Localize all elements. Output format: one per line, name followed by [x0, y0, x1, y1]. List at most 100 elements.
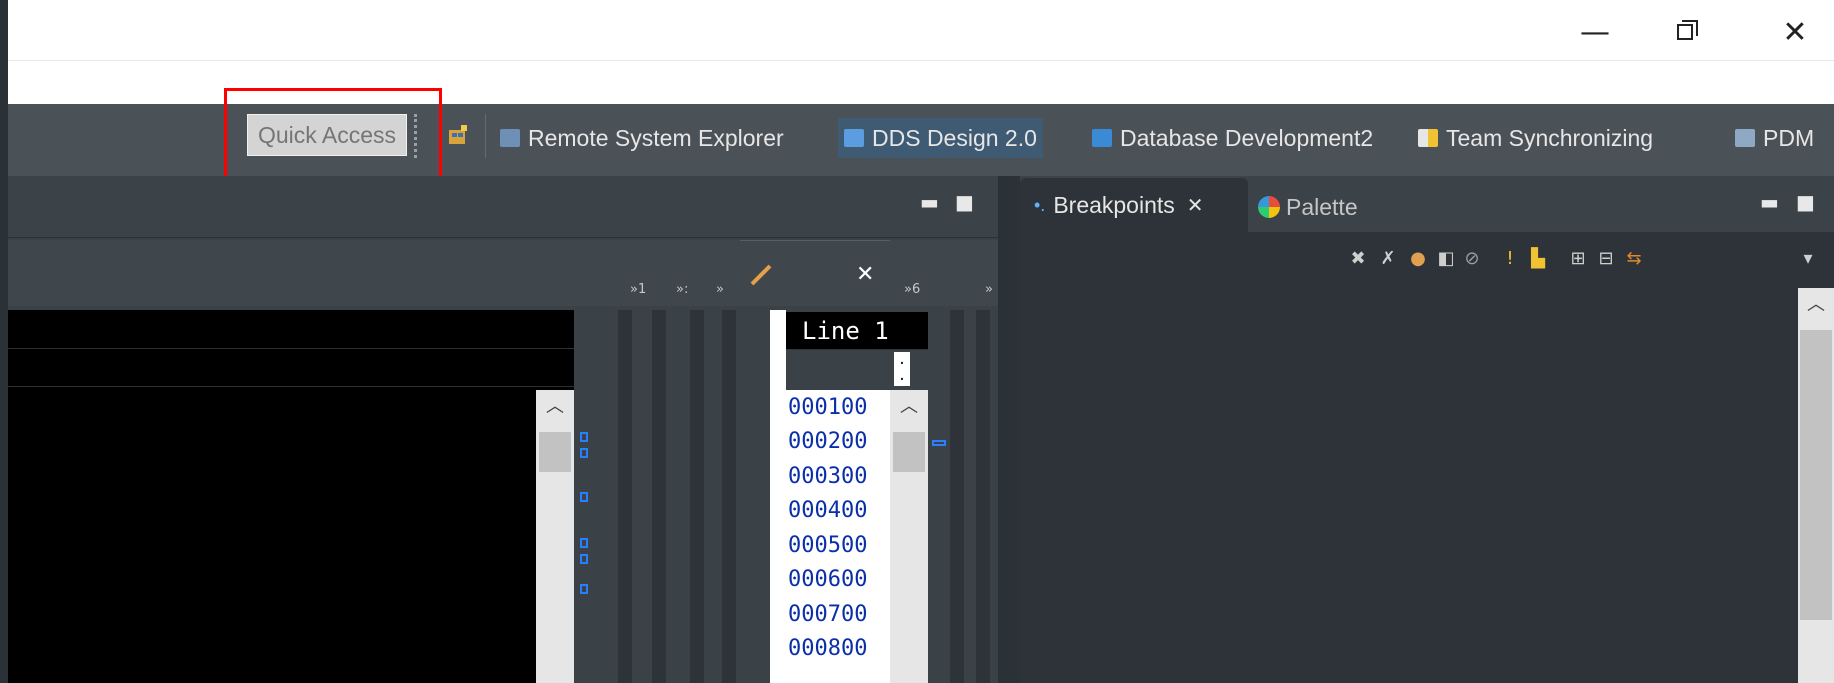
- source-editor[interactable]: [8, 310, 574, 683]
- minimized-tab[interactable]: »:: [676, 282, 688, 297]
- scroll-up-arrow-icon[interactable]: ︿: [536, 390, 574, 420]
- show-supported-breakpoints-icon[interactable]: ●: [1408, 248, 1428, 269]
- panel-minimize-button[interactable]: ▬: [1760, 190, 1779, 214]
- overview-marker: [580, 554, 588, 564]
- editor-divider: [8, 386, 574, 387]
- line-number[interactable]: 000600: [786, 563, 890, 598]
- panel-maximize-button[interactable]: ■: [1796, 190, 1815, 214]
- close-window-button[interactable]: ✕: [1770, 12, 1820, 52]
- view-menu-chevron-down-icon[interactable]: ▾: [1798, 248, 1818, 269]
- minimize-icon: ▬: [920, 190, 939, 214]
- overview-marker: [580, 448, 588, 458]
- scrollbar-thumb[interactable]: [893, 432, 925, 472]
- line-view-gutter: [770, 310, 786, 683]
- minimize-window-button[interactable]: —: [1570, 12, 1620, 52]
- link-with-debug-view-icon[interactable]: ⇆: [1624, 248, 1644, 269]
- minimized-tab[interactable]: »: [985, 282, 993, 297]
- overview-marker: [580, 492, 588, 502]
- minimize-icon: ▬: [1760, 190, 1779, 214]
- minimized-stack: [976, 310, 990, 683]
- remove-all-breakpoints-icon[interactable]: ✗: [1378, 248, 1398, 269]
- pdm-icon: [1735, 129, 1755, 147]
- breakpoints-icon: •.: [1034, 194, 1046, 215]
- line-view-header: Line 1: [786, 312, 928, 350]
- perspective-label: Remote System Explorer: [528, 124, 784, 151]
- close-tab-button[interactable]: ✕: [856, 262, 874, 287]
- perspective-database-development2[interactable]: Database Development2: [1092, 120, 1373, 156]
- toolbar-separator: [485, 114, 486, 158]
- perspective-pdm[interactable]: PDM: [1735, 120, 1814, 156]
- scrollbar-thumb[interactable]: [539, 432, 571, 472]
- overview-marker: [580, 432, 588, 442]
- expand-all-icon[interactable]: ⊞: [1568, 248, 1588, 269]
- perspective-label: Database Development2: [1120, 124, 1374, 151]
- remote-system-explorer-icon: [500, 129, 520, 147]
- line-number[interactable]: 000700: [786, 597, 890, 632]
- line-number[interactable]: 000800: [786, 632, 890, 667]
- line-number[interactable]: 000400: [786, 494, 890, 529]
- close-tab-icon[interactable]: ✕: [1187, 193, 1204, 217]
- editor-header: [8, 176, 998, 238]
- line-number[interactable]: 000300: [786, 459, 890, 494]
- line-view-scrollbar[interactable]: ︿: [890, 390, 928, 683]
- restore-icon: [1677, 20, 1698, 40]
- team-synchronizing-icon: [1418, 129, 1438, 147]
- go-to-file-icon[interactable]: ◧: [1436, 248, 1456, 269]
- restore-window-button[interactable]: [1660, 12, 1710, 52]
- perspective-dds-design[interactable]: DDS Design 2.0: [838, 118, 1043, 158]
- breakpoints-scrollbar[interactable]: ︿: [1798, 288, 1834, 683]
- overview-marker: [932, 440, 946, 446]
- perspective-label: Team Synchronizing: [1446, 124, 1654, 151]
- window-frame-left: [0, 0, 8, 683]
- tab-breakpoints[interactable]: •. Breakpoints ✕: [1020, 178, 1248, 232]
- editor-maximize-button[interactable]: ■: [955, 190, 974, 214]
- minimize-icon: —: [1580, 14, 1610, 50]
- breakpoints-list: [1020, 288, 1800, 683]
- overview-marker: [580, 538, 588, 548]
- perspective-team-synchronizing[interactable]: Team Synchronizing: [1418, 120, 1653, 156]
- scroll-up-arrow-icon[interactable]: ︿: [890, 390, 928, 420]
- overview-marker: [580, 584, 588, 594]
- title-bar: [8, 0, 1834, 60]
- line-number-list: 000100 000200 000300 000400 000500 00060…: [786, 390, 890, 683]
- toolbar-grip: [414, 114, 418, 158]
- editor-minimize-button[interactable]: ▬: [920, 190, 939, 214]
- open-perspective-icon: [449, 125, 467, 144]
- line-number[interactable]: 000100: [786, 390, 890, 425]
- tab-label: Palette: [1286, 193, 1358, 220]
- palette-icon: [1258, 196, 1280, 218]
- database-development-icon: [1092, 129, 1112, 147]
- quick-access-highlight: [224, 88, 442, 184]
- perspective-remote-system-explorer[interactable]: Remote System Explorer: [500, 120, 784, 156]
- tab-palette[interactable]: Palette: [1258, 190, 1358, 224]
- close-icon: ✕: [856, 262, 875, 287]
- minimized-tab[interactable]: »1: [630, 282, 646, 297]
- line-number[interactable]: 000200: [786, 425, 890, 460]
- perspective-label: PDM: [1763, 124, 1815, 151]
- scroll-up-arrow-icon[interactable]: ︿: [1798, 288, 1834, 318]
- editor-scrollbar[interactable]: ︿: [536, 390, 574, 683]
- minimized-tab[interactable]: »: [716, 282, 724, 297]
- collapse-all-icon[interactable]: ⊟: [1596, 248, 1616, 269]
- editor-divider: [8, 348, 574, 349]
- maximize-icon: ■: [955, 190, 974, 214]
- maximize-icon: ■: [1796, 190, 1815, 214]
- remove-breakpoint-icon[interactable]: ✖: [1348, 248, 1368, 269]
- add-exception-breakpoint-icon[interactable]: !: [1500, 248, 1520, 269]
- minimized-stack: [950, 310, 964, 683]
- open-perspective-button[interactable]: [447, 124, 469, 146]
- perspective-label: DDS Design 2.0: [872, 124, 1037, 151]
- scrollbar-thumb[interactable]: [1800, 330, 1832, 620]
- minimized-stack: [690, 310, 704, 683]
- minimized-stack: [618, 310, 632, 683]
- add-watchpoint-icon[interactable]: ▙: [1528, 248, 1548, 269]
- minimized-stack: [722, 310, 736, 683]
- line-number[interactable]: 000500: [786, 528, 890, 563]
- dds-design-icon: [844, 129, 864, 147]
- minimized-stack: [652, 310, 666, 683]
- minimized-tab[interactable]: »6: [904, 282, 920, 297]
- close-icon: ✕: [1782, 14, 1808, 50]
- skip-all-breakpoints-icon[interactable]: ⊘: [1462, 248, 1482, 269]
- tab-label: Breakpoints: [1053, 191, 1175, 218]
- pencil-icon: [748, 262, 774, 288]
